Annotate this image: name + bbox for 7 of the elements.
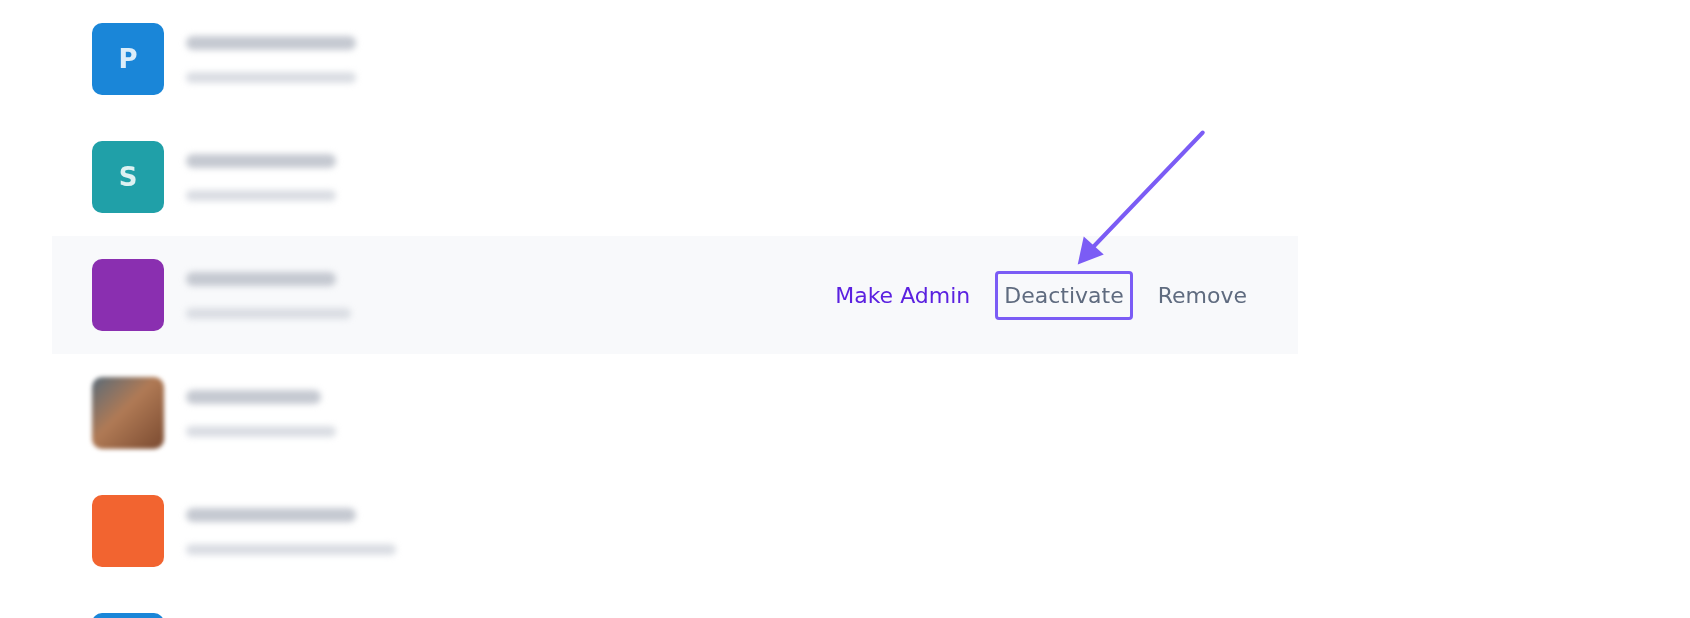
make-admin-link[interactable]: Make Admin: [826, 270, 980, 320]
highlighted-row[interactable]: Make Admin Deactivate Remove: [52, 236, 1298, 354]
photo-placeholder: [92, 377, 164, 449]
avatar: P: [92, 23, 164, 95]
action-link[interactable]: Deactivate: [995, 270, 1133, 320]
action-link[interactable]: Remove: [1148, 270, 1256, 320]
avatar: S: [92, 141, 164, 213]
